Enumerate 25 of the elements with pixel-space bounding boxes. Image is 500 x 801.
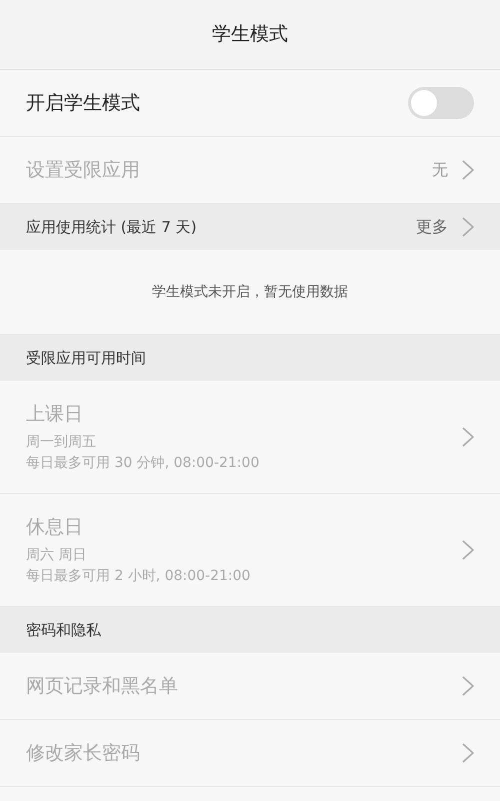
schedule-days: 周一到周五	[26, 432, 260, 454]
chevron-icon	[462, 743, 474, 763]
screen-title: 学生模式	[212, 22, 288, 48]
chevron-icon	[462, 540, 474, 560]
setting-label: 开启学生模式	[26, 90, 140, 116]
section-header[interactable]: 应用使用统计 (最近 7 天) 更多	[0, 204, 500, 250]
section-title: 密码和隐私	[26, 620, 101, 641]
chevron-icon	[462, 427, 474, 447]
section-title: 受限应用可用时间	[26, 348, 146, 369]
chevron-icon	[462, 676, 474, 696]
chevron-icon	[462, 217, 474, 237]
more-link[interactable]: 更多	[416, 215, 448, 239]
setting-label: 设置受限应用	[26, 158, 140, 183]
chevron-icon	[462, 160, 474, 180]
empty-message: 学生模式未开启，暂无使用数据	[152, 282, 348, 302]
section-title: 应用使用统计 (最近 7 天)	[26, 216, 197, 238]
setting-value: 无	[432, 159, 448, 181]
toggle-switch[interactable]	[408, 87, 474, 119]
setting-label: 修改家长密码	[26, 740, 140, 766]
schedule-title: 休息日	[26, 514, 84, 540]
schedule-title: 上课日	[26, 402, 84, 427]
setting-label: 网页记录和黑名单	[26, 674, 178, 699]
schedule-days: 周六 周日	[26, 545, 250, 566]
schedule-limit: 每日最多可用 30 分钟, 08:00-21:00	[26, 454, 260, 474]
schedule-limit: 每日最多可用 2 小时, 08:00-21:00	[26, 567, 250, 586]
